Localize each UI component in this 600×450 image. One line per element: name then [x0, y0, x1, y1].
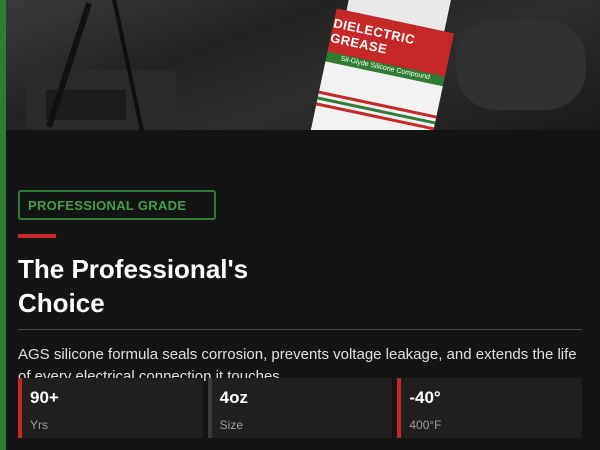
stat-card-temperature: -40° 400°F [397, 378, 583, 438]
stat-value: 4oz [219, 388, 249, 407]
stat-label: Yrs [30, 418, 48, 432]
page-title: The Professional's Choice [18, 252, 318, 320]
stat-label: Size [219, 418, 244, 432]
red-accent-rule [18, 234, 56, 238]
title-line-1: The Professional's [18, 254, 249, 284]
professional-grade-badge: PROFESSIONAL GRADE [18, 190, 216, 220]
hero-image: DIELECTRIC GREASE Sil-Glyde Silicone Com… [6, 0, 600, 130]
section-divider [18, 329, 582, 330]
product-can-image: DIELECTRIC GREASE Sil-Glyde Silicone Com… [309, 0, 463, 130]
stat-card-years: 90+ Yrs [18, 378, 203, 438]
stat-label: 400°F [409, 418, 442, 432]
badge-label: PROFESSIONAL GRADE [28, 197, 187, 213]
stats-row: 90+ Yrs 4oz Size -40° 400°F [18, 378, 583, 438]
stat-value: 90+ [30, 388, 59, 407]
stat-value: -40° [409, 388, 441, 407]
title-line-2: Choice [18, 288, 105, 318]
stat-card-size: 4oz Size [207, 378, 393, 438]
